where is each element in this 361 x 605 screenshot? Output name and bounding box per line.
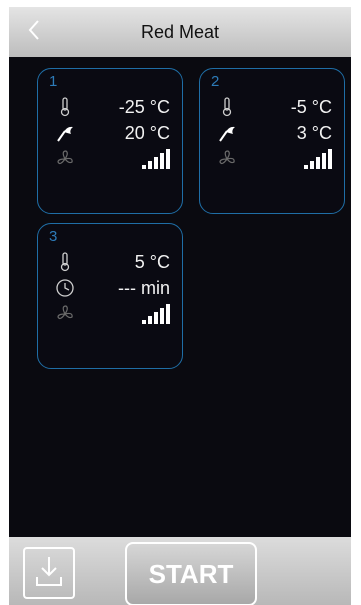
phase-duration: --- min (118, 277, 170, 298)
download-icon (31, 553, 67, 594)
chamber-temperature: 5 °C (134, 251, 170, 272)
fan-speed-bars (142, 149, 170, 169)
app-screen: Red Meat 1 -25 °C 20 °C 2 -5 °C 3 °C 3 5… (9, 7, 351, 605)
download-button[interactable] (23, 547, 75, 599)
fan-speed-bars (304, 149, 332, 169)
probe-temperature: 20 °C (124, 122, 170, 143)
phase-number: 3 (49, 228, 58, 245)
chamber-temperature: -5 °C (290, 96, 332, 117)
header-bar: Red Meat (9, 7, 351, 57)
phase-grid: 1 -25 °C 20 °C 2 -5 °C 3 °C 3 5 °C --- m… (9, 57, 351, 537)
probe-icon (54, 122, 76, 144)
probe-temperature: 3 °C (296, 122, 332, 143)
clock-icon (54, 277, 76, 299)
thermometer-icon (216, 96, 238, 118)
fan-icon (216, 148, 238, 170)
phase-number: 1 (49, 73, 58, 90)
fan-speed-bars (142, 304, 170, 324)
probe-icon (216, 122, 238, 144)
bottom-bar: START (9, 537, 351, 605)
fan-icon (54, 303, 76, 325)
chevron-left-icon (27, 19, 41, 46)
phase-card-1[interactable]: 1 -25 °C 20 °C (37, 68, 183, 214)
page-title: Red Meat (140, 21, 220, 42)
phase-card-2[interactable]: 2 -5 °C 3 °C (199, 68, 345, 214)
back-button[interactable] (19, 17, 49, 47)
phase-card-3[interactable]: 3 5 °C --- min (37, 223, 183, 369)
chamber-temperature: -25 °C (118, 96, 170, 117)
thermometer-icon (54, 251, 76, 273)
phase-number: 2 (211, 73, 220, 90)
start-button[interactable]: START (125, 542, 257, 605)
fan-icon (54, 148, 76, 170)
thermometer-icon (54, 96, 76, 118)
